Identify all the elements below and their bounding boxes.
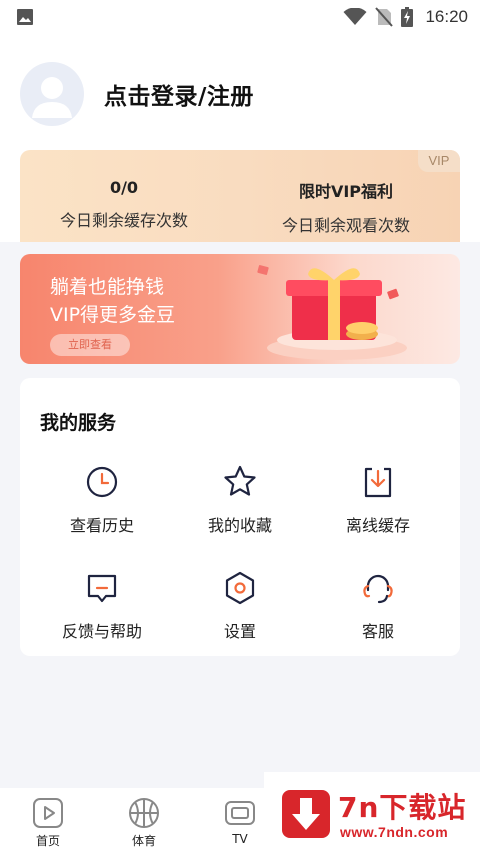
vip-card[interactable]: VIP 0/0 今日剩余缓存次数 限时VIP福利 今日剩余观看次数: [20, 150, 460, 242]
star-icon: [224, 465, 256, 496]
nav-sports[interactable]: 体育: [112, 796, 176, 849]
watch-count-block[interactable]: 限时VIP福利 今日剩余观看次数: [246, 178, 446, 236]
play-icon: [33, 798, 63, 828]
service-label: 反馈与帮助: [61, 622, 142, 641]
user-avatar-icon: [32, 77, 72, 118]
banner-subtitle: VIP得更多金豆: [50, 304, 176, 326]
cache-count-block: 0/0 今日剩余缓存次数: [24, 178, 224, 231]
service-customer-support[interactable]: 客服: [318, 568, 438, 642]
nav-label: 体育: [131, 834, 156, 848]
clock-icon: [86, 466, 118, 498]
basketball-icon: [129, 798, 159, 828]
status-time: 16:20: [425, 7, 468, 26]
wifi-icon: [343, 8, 367, 25]
image-icon: [17, 9, 33, 25]
login-row[interactable]: 点击登录/注册: [20, 62, 254, 126]
service-offline-cache[interactable]: 离线缓存: [318, 462, 438, 536]
battery-charging-icon: [401, 7, 414, 27]
vip-benefit-value[interactable]: 限时VIP福利: [246, 178, 446, 202]
gift-box-icon: [257, 265, 407, 360]
no-sim-icon: [375, 7, 394, 27]
login-register-link[interactable]: 点击登录/注册: [104, 77, 254, 111]
my-services-panel: 我的服务 查看历史 我的收藏 离线缓存 反馈与帮助 设置 客服: [20, 378, 460, 656]
nav-label: 首页: [35, 834, 60, 848]
nav-home[interactable]: 首页: [16, 796, 80, 849]
nav-tv[interactable]: TV: [208, 796, 272, 846]
service-feedback[interactable]: 反馈与帮助: [42, 568, 162, 642]
download-icon: [364, 467, 392, 498]
service-favorites[interactable]: 我的收藏: [180, 462, 300, 536]
service-label: 设置: [223, 622, 256, 641]
service-history[interactable]: 查看历史: [42, 462, 162, 536]
banner-title: 躺着也能挣钱: [50, 276, 165, 298]
watermark-url: www.7ndn.com: [340, 824, 449, 840]
promo-banner[interactable]: 躺着也能挣钱 VIP得更多金豆 立即查看: [20, 254, 460, 364]
watch-count-label: 今日剩余观看次数: [281, 216, 410, 235]
service-label: 查看历史: [69, 516, 134, 535]
cache-count-label: 今日剩余缓存次数: [59, 211, 188, 230]
service-settings[interactable]: 设置: [180, 568, 300, 642]
service-label: 客服: [361, 622, 394, 641]
service-label: 离线缓存: [345, 516, 410, 535]
banner-view-button[interactable]: 立即查看: [50, 334, 130, 356]
cache-count-value: 0/0: [109, 178, 139, 197]
feedback-icon: [87, 574, 117, 603]
tv-icon: [225, 801, 255, 825]
site-watermark: 7n下载站 www.7ndn.com: [264, 772, 480, 854]
download-arrow-logo-icon: [282, 790, 330, 838]
service-label: 我的收藏: [207, 516, 272, 535]
vip-tag: VIP: [418, 150, 460, 172]
status-bar: 16:20: [0, 0, 480, 34]
settings-icon: [225, 571, 255, 605]
headset-icon: [363, 574, 393, 604]
watermark-name: 7n下载站: [338, 791, 467, 824]
services-title: 我的服务: [40, 412, 117, 434]
avatar[interactable]: [20, 62, 84, 126]
nav-label: TV: [232, 832, 248, 846]
